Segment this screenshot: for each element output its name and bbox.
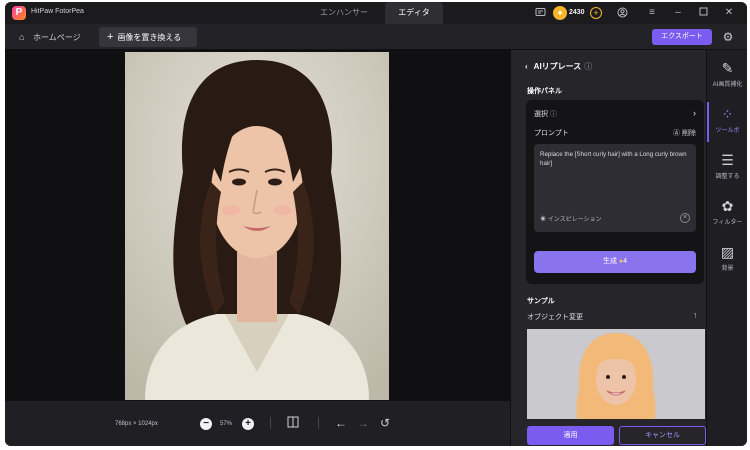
sample-subtitle: オブジェクト変更 — [527, 314, 583, 321]
rail-item-background[interactable]: ▨ 背景 — [707, 238, 747, 282]
zoom-in-button[interactable]: + — [242, 418, 254, 430]
feedback-icon[interactable] — [534, 7, 546, 19]
menu-icon[interactable]: ≡ — [646, 7, 658, 19]
chevron-right-icon[interactable]: › — [693, 108, 696, 118]
app-window: P HitPaw FotorPea エンハンサー エディタ ● 2430 + ≡… — [5, 2, 747, 446]
tools-icon: ⁘ — [721, 106, 734, 122]
settings-icon[interactable]: ⚙ — [721, 30, 735, 44]
info-icon: ⓘ — [549, 111, 557, 118]
edited-photo[interactable] — [125, 52, 389, 400]
generate-button[interactable]: 生成 ●4 — [534, 251, 696, 273]
canvas-area[interactable] — [5, 50, 510, 400]
compare-icon[interactable] — [286, 416, 300, 430]
title-bar: P HitPaw FotorPea エンハンサー エディタ ● 2430 + ≡… — [5, 2, 747, 24]
rail-label: 背景 — [721, 266, 734, 272]
operation-panel-label: 操作パネル — [527, 88, 562, 95]
rail-label: 調整する — [715, 174, 740, 180]
operation-panel: 選択 ⓘ › プロンプト Ⓐ 削除 Replace the [Short cur… — [526, 100, 704, 284]
zoom-level: 57% — [220, 421, 233, 427]
background-icon: ▨ — [720, 244, 735, 260]
select-row[interactable]: 選択 ⓘ — [534, 109, 557, 119]
credits-count: 2430 — [569, 9, 585, 16]
home-icon: ⌂ — [19, 32, 25, 42]
rail-label: フィルター — [712, 220, 743, 226]
apply-button[interactable]: 適用 — [527, 426, 614, 445]
undo-icon[interactable]: ← — [334, 416, 348, 430]
ai-replace-panel: ‹ AIリプレース ⓘ 操作パネル 選択 ⓘ › プロンプト Ⓐ 削除 Replac… — [510, 50, 713, 446]
tool-rail: ✎ AI画質補化 ⁘ ツールボ ☰ 調整する ✿ フィルター ▨ 背景 — [706, 50, 747, 446]
filter-icon: ✿ — [721, 198, 734, 214]
divider — [270, 417, 271, 429]
info-icon[interactable]: ⓘ — [584, 62, 592, 71]
rail-item-tools[interactable]: ⁘ ツールボ — [707, 100, 747, 144]
lightbulb-icon: ☀ — [540, 217, 547, 223]
rail-item-ai-enhance[interactable]: ✎ AI画質補化 — [707, 54, 747, 98]
select-label: 選択 — [534, 111, 548, 118]
coin-icon: ● — [553, 6, 567, 20]
maximize-icon[interactable] — [697, 7, 709, 19]
redo-icon[interactable]: → — [356, 416, 370, 430]
inspiration-label: インスピレーション — [547, 217, 602, 223]
clear-prompt-button[interactable]: Ⓐ 削除 — [673, 128, 696, 138]
tab-enhancer[interactable]: エンハンサー — [305, 2, 383, 24]
prompt-label: プロンプト — [534, 130, 569, 137]
plus-icon: + — [107, 31, 114, 43]
document-tab[interactable]: + 画像を置き換える — [99, 27, 197, 47]
prompt-input[interactable]: Replace the [Short curly hair] with a Lo… — [534, 144, 696, 232]
clear-icon: Ⓐ — [673, 130, 681, 137]
rail-label: ツールボ — [715, 128, 740, 134]
credits-badge[interactable]: ● 2430 + — [553, 6, 603, 20]
app-title: HitPaw FotorPea — [31, 8, 84, 15]
prompt-text[interactable]: Replace the [Short curly hair] with a Lo… — [540, 150, 690, 168]
rail-label: AI画質補化 — [712, 82, 743, 88]
tab-editor[interactable]: エディタ — [385, 2, 443, 24]
account-icon[interactable] — [616, 7, 628, 19]
canvas-bottom-bar: 768px × 1024px − 57% + ← → ↺ — [5, 400, 510, 446]
document-label: 画像を置き換える — [117, 33, 182, 42]
sample-label: サンプル — [527, 298, 555, 305]
ai-enhance-icon: ✎ — [721, 60, 734, 76]
minimize-icon[interactable]: – — [672, 7, 684, 19]
arrow-up-icon[interactable]: ↑ — [693, 310, 698, 320]
clear-label: 削除 — [682, 130, 696, 137]
cancel-button[interactable]: キャンセル — [619, 426, 706, 445]
adjust-icon: ☰ — [721, 152, 734, 168]
export-button[interactable]: エクスポート — [652, 29, 712, 45]
app-logo: P — [12, 6, 26, 20]
back-icon[interactable]: ‹ — [525, 62, 528, 71]
home-tab[interactable]: ⌂ ホームページ — [13, 28, 87, 46]
sample-image[interactable] — [527, 329, 705, 419]
reset-icon[interactable]: ↺ — [378, 416, 392, 430]
document-toolbar: ⌂ ホームページ + 画像を置き換える エクスポート ⚙ — [5, 24, 747, 50]
rail-item-filter[interactable]: ✿ フィルター — [707, 192, 747, 236]
inspiration-button[interactable]: ☀ インスピレーション — [540, 214, 601, 223]
add-credits-icon[interactable]: + — [590, 7, 602, 19]
divider — [318, 417, 319, 429]
zoom-out-button[interactable]: − — [200, 418, 212, 430]
panel-header: ‹ AIリプレース ⓘ — [525, 61, 592, 72]
panel-title: AIリプレース — [533, 62, 582, 71]
close-icon[interactable]: ✕ — [723, 7, 735, 19]
rail-item-adjust[interactable]: ☰ 調整する — [707, 146, 747, 190]
image-size: 768px × 1024px — [115, 421, 158, 427]
home-label: ホームページ — [33, 33, 81, 42]
generate-cost: 4 — [623, 258, 628, 265]
generate-label: 生成 — [602, 258, 617, 265]
clear-input-icon[interactable]: × — [680, 213, 690, 223]
